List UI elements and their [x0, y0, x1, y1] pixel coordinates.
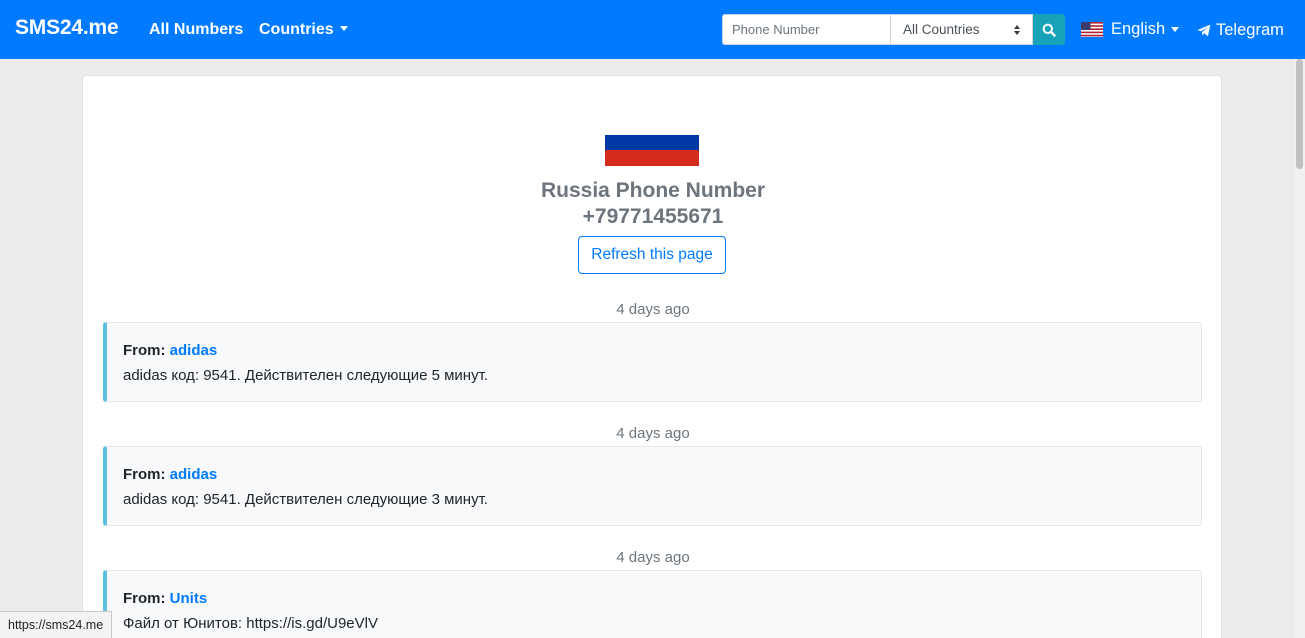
select-arrows-icon — [1014, 24, 1020, 35]
search-button[interactable] — [1033, 14, 1065, 45]
language-dropdown[interactable]: English — [1081, 20, 1180, 39]
search-form: All Countries — [722, 14, 1065, 45]
browser-status-bar: https://sms24.me — [0, 611, 113, 638]
sender-link[interactable]: adidas — [170, 466, 218, 483]
message-text: adidas код: 9541. Действителен следующие… — [123, 491, 488, 508]
telegram-icon — [1197, 24, 1211, 37]
refresh-button[interactable]: Refresh this page — [578, 236, 726, 274]
nav-all-numbers[interactable]: All Numbers — [149, 21, 243, 39]
caret-down-icon — [1171, 27, 1180, 32]
message-time: 4 days ago — [616, 301, 690, 318]
country-select[interactable]: All Countries — [890, 14, 1033, 45]
message-item: From: Units Файл от Юнитов: https://is.g… — [103, 570, 1202, 638]
phone-number: +79771455671 — [582, 205, 724, 228]
scrollbar-thumb[interactable] — [1296, 59, 1303, 169]
phone-number-input[interactable] — [722, 14, 890, 45]
us-flag-icon — [1081, 22, 1103, 37]
nav-countries-dropdown[interactable]: Countries — [259, 21, 348, 39]
search-icon — [1042, 23, 1056, 37]
sender-link[interactable]: Units — [170, 590, 208, 607]
message-from: From: adidas — [123, 466, 217, 483]
country-select-value: All Countries — [903, 22, 980, 37]
sender-link[interactable]: adidas — [170, 342, 218, 359]
message-item: From: adidas adidas код: 9541. Действите… — [103, 446, 1202, 526]
caret-down-icon — [339, 26, 348, 31]
message-from: From: adidas — [123, 342, 217, 359]
message-time: 4 days ago — [616, 425, 690, 442]
from-label: From: — [123, 342, 166, 359]
message-time: 4 days ago — [616, 549, 690, 566]
number-card: Russia Phone Number +79771455671 Refresh… — [82, 75, 1222, 638]
brand-logo-link[interactable]: SMS24.me — [15, 16, 119, 40]
nav-countries-label: Countries — [259, 21, 334, 38]
message-text: Файл от Юнитов: https://is.gd/U9eVlV — [123, 615, 378, 632]
telegram-label: Telegram — [1216, 21, 1284, 39]
telegram-link[interactable]: Telegram — [1197, 21, 1284, 40]
from-label: From: — [123, 466, 166, 483]
page-title: Russia Phone Number — [540, 179, 766, 202]
language-label: English — [1111, 20, 1166, 38]
page-scrollbar[interactable] — [1294, 59, 1305, 638]
message-item: From: adidas adidas код: 9541. Действите… — [103, 322, 1202, 402]
top-navbar: SMS24.me All Numbers Countries All Count… — [0, 0, 1305, 59]
from-label: From: — [123, 590, 166, 607]
message-from: From: Units — [123, 590, 207, 607]
russia-flag-icon — [605, 119, 699, 166]
message-text: adidas код: 9541. Действителен следующие… — [123, 367, 488, 384]
